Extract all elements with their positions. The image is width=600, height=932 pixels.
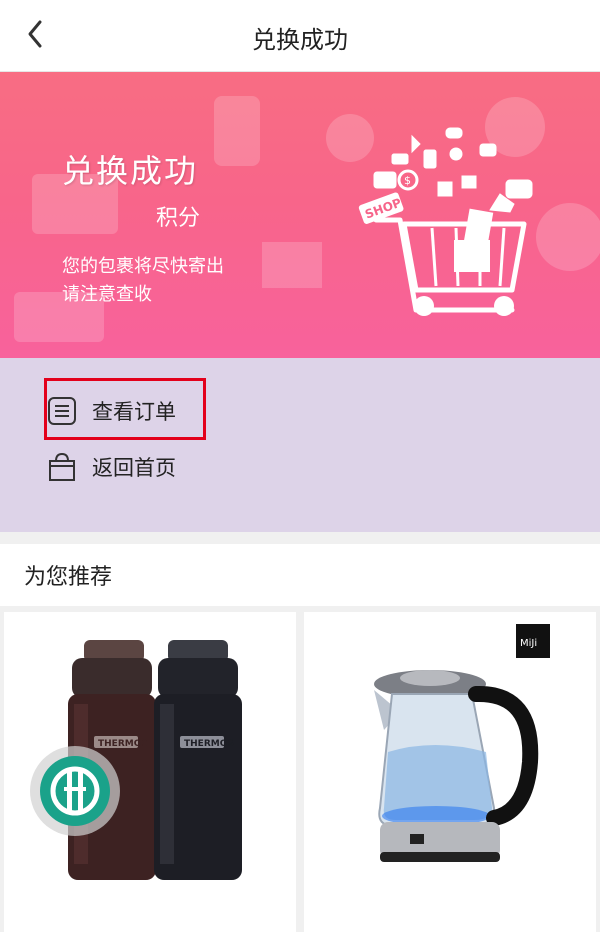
svg-text:THERMOS: THERMOS bbox=[98, 739, 148, 749]
page-title: 兑换成功 bbox=[252, 26, 348, 54]
banner-line-2: 请注意查收 bbox=[62, 284, 152, 305]
recommend-section-header: 为您推荐 bbox=[0, 544, 600, 606]
shopping-bag-icon bbox=[49, 452, 75, 481]
recommend-heading: 为您推荐 bbox=[24, 565, 113, 590]
back-home-button[interactable]: 返回首页 bbox=[46, 442, 176, 492]
svg-text:MiJi: MiJi bbox=[520, 638, 537, 649]
glass-kettle-image: MiJi bbox=[374, 624, 550, 862]
points-label: 积分 bbox=[156, 206, 201, 231]
assistant-badge bbox=[40, 756, 110, 826]
nav-bar: 兑换成功 bbox=[0, 0, 600, 72]
gift-deco-icon bbox=[262, 242, 322, 288]
back-home-label: 返回首页 bbox=[92, 456, 176, 480]
banner-line-1: 您的包裹将尽快寄出 bbox=[62, 256, 224, 277]
banner-title: 兑换成功 bbox=[62, 152, 199, 190]
bank-logo-icon bbox=[50, 766, 100, 816]
view-order-highlight bbox=[44, 378, 206, 440]
shopping-cart-illustration: $ SHOP bbox=[358, 127, 533, 316]
product-card-kettle[interactable]: MiJi bbox=[304, 612, 596, 932]
phone-deco-icon bbox=[214, 96, 260, 166]
svg-text:$: $ bbox=[404, 174, 411, 187]
floating-assistant-button[interactable] bbox=[30, 746, 120, 836]
success-banner: 兑换成功 积分 您的包裹将尽快寄出 请注意查收 $ SHOP bbox=[0, 72, 600, 358]
svg-text:THERMOS: THERMOS bbox=[184, 739, 234, 749]
